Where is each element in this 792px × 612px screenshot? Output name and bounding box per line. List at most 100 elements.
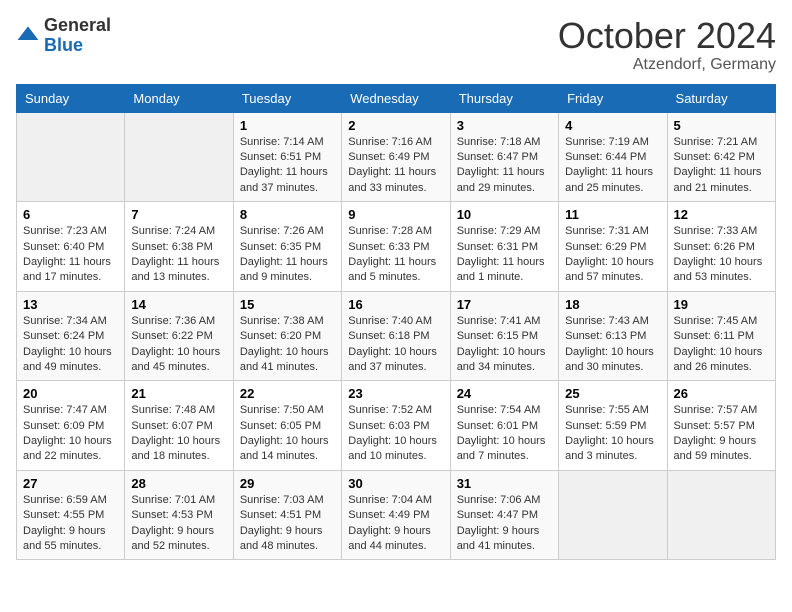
calendar-cell: 3Sunrise: 7:18 AMSunset: 6:47 PMDaylight… xyxy=(450,112,558,202)
day-number: 31 xyxy=(457,476,552,491)
calendar-cell: 2 Sunrise: 7:16 AMSunset: 6:49 PMDaylight… xyxy=(342,112,450,202)
day-number: 21 xyxy=(131,386,226,401)
cell-content: Sunrise: 7:24 AMSunset: 6:38 PMDaylight:… xyxy=(131,225,219,283)
cell-content: Sunrise: 7:45 AMSunset: 6:11 PMDaylight:… xyxy=(674,315,763,373)
day-number: 25 xyxy=(565,386,660,401)
calendar-cell xyxy=(667,470,775,560)
calendar-cell: 1 Sunrise: 7:14 AMSunset: 6:51 PMDaylight… xyxy=(233,112,341,202)
day-number: 12 xyxy=(674,207,769,222)
calendar-week-row: 20 Sunrise: 7:47 AMSunset: 6:09 PMDayligh… xyxy=(17,381,776,471)
calendar-week-row: 13Sunrise: 7:34 AMSunset: 6:24 PMDayligh… xyxy=(17,291,776,381)
weekday-header-thursday: Thursday xyxy=(450,84,558,112)
cell-content: Sunrise: 7:19 AMSunset: 6:44 PMDaylight:… xyxy=(565,136,653,194)
calendar-cell: 16 Sunrise: 7:40 AMSunset: 6:18 PMDayligh… xyxy=(342,291,450,381)
cell-content: Sunrise: 7:28 AMSunset: 6:33 PMDaylight:… xyxy=(348,225,436,283)
cell-content: Sunrise: 7:03 AMSunset: 4:51 PMDaylight:… xyxy=(240,494,324,552)
cell-content: Sunrise: 7:33 AMSunset: 6:26 PMDaylight:… xyxy=(674,225,763,283)
calendar-table: SundayMondayTuesdayWednesdayThursdayFrid… xyxy=(16,84,776,561)
calendar-cell: 23 Sunrise: 7:52 AMSunset: 6:03 PMDayligh… xyxy=(342,381,450,471)
day-number: 7 xyxy=(131,207,226,222)
cell-content: Sunrise: 7:48 AMSunset: 6:07 PMDaylight:… xyxy=(131,404,220,462)
calendar-cell: 6Sunrise: 7:23 AMSunset: 6:40 PMDaylight… xyxy=(17,202,125,292)
cell-content: Sunrise: 7:41 AMSunset: 6:15 PMDaylight:… xyxy=(457,315,546,373)
calendar-cell: 9Sunrise: 7:28 AMSunset: 6:33 PMDaylight… xyxy=(342,202,450,292)
weekday-header-sunday: Sunday xyxy=(17,84,125,112)
calendar-cell: 8Sunrise: 7:26 AMSunset: 6:35 PMDaylight… xyxy=(233,202,341,292)
day-number: 11 xyxy=(565,207,660,222)
day-number: 23 xyxy=(348,386,443,401)
calendar-cell: 20 Sunrise: 7:47 AMSunset: 6:09 PMDayligh… xyxy=(17,381,125,471)
cell-content: Sunrise: 7:01 AMSunset: 4:53 PMDaylight:… xyxy=(131,494,215,552)
day-number: 27 xyxy=(23,476,118,491)
logo-blue: Blue xyxy=(44,35,83,55)
cell-content: Sunrise: 7:16 AMSunset: 6:49 PMDaylight:… xyxy=(348,136,436,194)
calendar-week-row: 1 Sunrise: 7:14 AMSunset: 6:51 PMDaylight… xyxy=(17,112,776,202)
logo-general: General xyxy=(44,15,111,35)
calendar-body: 1 Sunrise: 7:14 AMSunset: 6:51 PMDaylight… xyxy=(17,112,776,560)
month-title: October 2024 xyxy=(558,16,776,56)
cell-content: Sunrise: 7:06 AMSunset: 4:47 PMDaylight:… xyxy=(457,494,541,552)
day-number: 16 xyxy=(348,297,443,312)
day-number: 5 xyxy=(674,118,769,133)
calendar-cell: 31 Sunrise: 7:06 AMSunset: 4:47 PMDayligh… xyxy=(450,470,558,560)
day-number: 8 xyxy=(240,207,335,222)
weekday-header-saturday: Saturday xyxy=(667,84,775,112)
day-number: 29 xyxy=(240,476,335,491)
weekday-header-row: SundayMondayTuesdayWednesdayThursdayFrid… xyxy=(17,84,776,112)
day-number: 28 xyxy=(131,476,226,491)
day-number: 6 xyxy=(23,207,118,222)
calendar-cell xyxy=(17,112,125,202)
day-number: 3 xyxy=(457,118,552,133)
calendar-cell: 22 Sunrise: 7:50 AMSunset: 6:05 PMDayligh… xyxy=(233,381,341,471)
cell-content: Sunrise: 7:52 AMSunset: 6:03 PMDaylight:… xyxy=(348,404,437,462)
cell-content: Sunrise: 7:31 AMSunset: 6:29 PMDaylight:… xyxy=(565,225,654,283)
calendar-cell: 24 Sunrise: 7:54 AMSunset: 6:01 PMDayligh… xyxy=(450,381,558,471)
calendar-cell: 4Sunrise: 7:19 AMSunset: 6:44 PMDaylight… xyxy=(559,112,667,202)
calendar-cell: 25Sunrise: 7:55 AMSunset: 5:59 PMDayligh… xyxy=(559,381,667,471)
cell-content: Sunrise: 7:29 AMSunset: 6:31 PMDaylight:… xyxy=(457,225,545,283)
cell-content: Sunrise: 7:14 AMSunset: 6:51 PMDaylight:… xyxy=(240,136,328,194)
cell-content: Sunrise: 6:59 AMSunset: 4:55 PMDaylight:… xyxy=(23,494,107,552)
calendar-cell: 5 Sunrise: 7:21 AMSunset: 6:42 PMDaylight… xyxy=(667,112,775,202)
cell-content: Sunrise: 7:40 AMSunset: 6:18 PMDaylight:… xyxy=(348,315,437,373)
cell-content: Sunrise: 7:50 AMSunset: 6:05 PMDaylight:… xyxy=(240,404,329,462)
calendar-header: SundayMondayTuesdayWednesdayThursdayFrid… xyxy=(17,84,776,112)
calendar-cell: 13Sunrise: 7:34 AMSunset: 6:24 PMDayligh… xyxy=(17,291,125,381)
logo-text: General Blue xyxy=(44,16,111,56)
calendar-cell: 18 Sunrise: 7:43 AMSunset: 6:13 PMDayligh… xyxy=(559,291,667,381)
day-number: 24 xyxy=(457,386,552,401)
day-number: 13 xyxy=(23,297,118,312)
calendar-cell: 12 Sunrise: 7:33 AMSunset: 6:26 PMDayligh… xyxy=(667,202,775,292)
day-number: 17 xyxy=(457,297,552,312)
weekday-header-tuesday: Tuesday xyxy=(233,84,341,112)
day-number: 15 xyxy=(240,297,335,312)
calendar-cell: 29 Sunrise: 7:03 AMSunset: 4:51 PMDayligh… xyxy=(233,470,341,560)
cell-content: Sunrise: 7:36 AMSunset: 6:22 PMDaylight:… xyxy=(131,315,220,373)
day-number: 18 xyxy=(565,297,660,312)
day-number: 22 xyxy=(240,386,335,401)
cell-content: Sunrise: 7:57 AMSunset: 5:57 PMDaylight:… xyxy=(674,404,758,462)
day-number: 1 xyxy=(240,118,335,133)
calendar-cell: 10 Sunrise: 7:29 AMSunset: 6:31 PMDayligh… xyxy=(450,202,558,292)
calendar-cell: 26 Sunrise: 7:57 AMSunset: 5:57 PMDayligh… xyxy=(667,381,775,471)
calendar-week-row: 6Sunrise: 7:23 AMSunset: 6:40 PMDaylight… xyxy=(17,202,776,292)
page-header: General Blue October 2024 Atzendorf, Ger… xyxy=(16,16,776,74)
weekday-header-wednesday: Wednesday xyxy=(342,84,450,112)
cell-content: Sunrise: 7:47 AMSunset: 6:09 PMDaylight:… xyxy=(23,404,112,462)
calendar-cell xyxy=(559,470,667,560)
day-number: 26 xyxy=(674,386,769,401)
calendar-cell: 14Sunrise: 7:36 AMSunset: 6:22 PMDayligh… xyxy=(125,291,233,381)
calendar-week-row: 27 Sunrise: 6:59 AMSunset: 4:55 PMDayligh… xyxy=(17,470,776,560)
day-number: 30 xyxy=(348,476,443,491)
day-number: 2 xyxy=(348,118,443,133)
location: Atzendorf, Germany xyxy=(558,56,776,74)
day-number: 10 xyxy=(457,207,552,222)
cell-content: Sunrise: 7:54 AMSunset: 6:01 PMDaylight:… xyxy=(457,404,546,462)
calendar-cell: 30Sunrise: 7:04 AMSunset: 4:49 PMDayligh… xyxy=(342,470,450,560)
calendar-cell: 17 Sunrise: 7:41 AMSunset: 6:15 PMDayligh… xyxy=(450,291,558,381)
logo: General Blue xyxy=(16,16,111,56)
cell-content: Sunrise: 7:43 AMSunset: 6:13 PMDaylight:… xyxy=(565,315,654,373)
calendar-cell: 19Sunrise: 7:45 AMSunset: 6:11 PMDayligh… xyxy=(667,291,775,381)
day-number: 20 xyxy=(23,386,118,401)
cell-content: Sunrise: 7:21 AMSunset: 6:42 PMDaylight:… xyxy=(674,136,762,194)
